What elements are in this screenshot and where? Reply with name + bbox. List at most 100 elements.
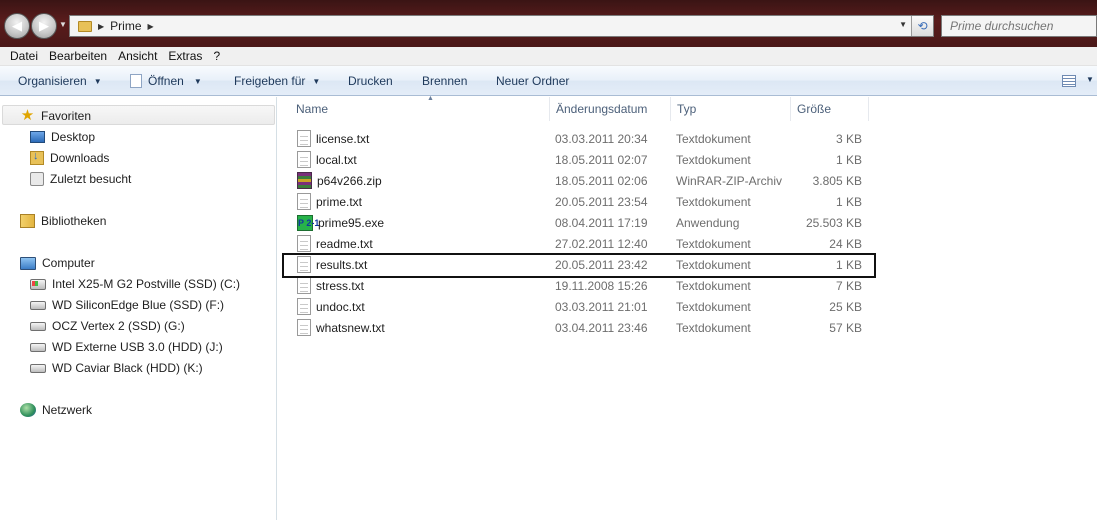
recent-places-icon [30, 172, 44, 186]
nav-recent[interactable]: Zuletzt besucht [30, 169, 131, 189]
file-date: 03.04.2011 23:46 [555, 320, 648, 335]
organize-button[interactable]: Organisieren ▼ [18, 66, 102, 96]
organize-label: Organisieren [18, 74, 87, 88]
file-row[interactable]: license.txt 03.03.2011 20:34 Textdokumen… [278, 128, 1097, 149]
share-button[interactable]: Freigeben für ▼ [234, 66, 320, 96]
file-name-cell: P 2-1 prime95.exe [297, 212, 384, 233]
file-name: whatsnew.txt [316, 320, 385, 335]
column-header-type[interactable]: Typ [671, 97, 791, 121]
nav-drive-c[interactable]: Intel X25-M G2 Postville (SSD) (C:) [30, 274, 240, 294]
refresh-icon[interactable]: ⟲ [911, 16, 933, 36]
file-type: Textdokument [676, 236, 751, 251]
sort-ascending-icon: ▲ [427, 95, 434, 102]
menu-file[interactable]: Datei [0, 49, 45, 63]
menu-help[interactable]: ? [209, 49, 227, 63]
arrow-left-icon: ◀ [12, 18, 22, 33]
burn-button[interactable]: Brennen [422, 66, 467, 96]
address-dropdown-icon[interactable]: ▼ [899, 20, 907, 29]
column-header-date[interactable]: Änderungsdatum [550, 97, 671, 121]
text-file-icon [297, 193, 311, 210]
breadcrumb-separator-icon[interactable]: ▶ [148, 22, 154, 31]
file-date: 27.02.2011 12:40 [555, 236, 648, 251]
breadcrumb-prime[interactable]: Prime [110, 19, 141, 33]
forward-button[interactable]: ▶ [31, 13, 57, 39]
text-file-icon [297, 277, 311, 294]
nav-drive-f[interactable]: WD SiliconEdge Blue (SSD) (F:) [30, 295, 224, 315]
share-label: Freigeben für [234, 74, 306, 88]
chevron-down-icon: ▼ [312, 76, 321, 86]
file-row[interactable]: P 2-1 prime95.exe 08.04.2011 17:19 Anwend… [278, 212, 1097, 233]
view-options-icon[interactable] [1062, 75, 1076, 87]
file-list: ▲ Name Änderungsdatum Typ Größe license.… [278, 95, 1097, 520]
open-button[interactable]: Öffnen ▼ [130, 66, 202, 96]
nav-favorites[interactable]: ★ Favoriten [20, 106, 91, 126]
file-row[interactable]: prime.txt 20.05.2011 23:54 Textdokument … [278, 191, 1097, 212]
nav-libraries[interactable]: Bibliotheken [20, 211, 106, 231]
file-type: Textdokument [676, 320, 751, 335]
address-bar[interactable]: ▶ Prime ▶ ▼ ⟲ [69, 15, 934, 37]
libraries-icon [20, 214, 35, 228]
nav-desktop[interactable]: Desktop [30, 127, 95, 147]
nav-drive-j[interactable]: WD Externe USB 3.0 (HDD) (J:) [30, 337, 223, 357]
file-row[interactable]: whatsnew.txt 03.04.2011 23:46 Textdokume… [278, 317, 1097, 338]
file-row[interactable]: readme.txt 27.02.2011 12:40 Textdokument… [278, 233, 1097, 254]
text-file-icon [297, 298, 311, 315]
nav-computer-label: Computer [42, 256, 95, 270]
menu-edit[interactable]: Bearbeiten [45, 49, 114, 63]
menu-tools[interactable]: Extras [164, 49, 209, 63]
file-name: stress.txt [316, 278, 365, 293]
breadcrumb-separator-icon[interactable]: ▶ [98, 22, 104, 31]
file-name: undoc.txt [316, 299, 365, 314]
navigation-pane: ★ Favoriten Desktop Downloads Zuletzt be… [0, 97, 277, 520]
hard-drive-icon [30, 363, 46, 373]
nav-drive-label: WD Caviar Black (HDD) (K:) [52, 361, 203, 375]
file-row[interactable]: undoc.txt 03.03.2011 21:01 Textdokument … [278, 296, 1097, 317]
column-date-label: Änderungsdatum [556, 102, 648, 116]
file-name: p64v266.zip [317, 173, 382, 188]
menu-bar: Datei Bearbeiten Ansicht Extras ? [0, 47, 1097, 66]
file-type: Textdokument [676, 299, 751, 314]
file-size: 1 KB [835, 194, 862, 209]
file-type: Textdokument [676, 152, 751, 167]
chevron-down-icon[interactable]: ▼ [1086, 75, 1094, 84]
file-type: Textdokument [676, 194, 751, 209]
new-folder-button[interactable]: Neuer Ordner [496, 66, 569, 96]
column-header-size[interactable]: Größe [791, 97, 869, 121]
nav-downloads[interactable]: Downloads [30, 148, 109, 168]
back-button[interactable]: ◀ [4, 13, 30, 39]
file-date: 18.05.2011 02:06 [555, 173, 648, 188]
nav-drive-label: OCZ Vertex 2 (SSD) (G:) [52, 319, 185, 333]
nav-libraries-label: Bibliotheken [41, 214, 107, 228]
address-bar-area: ◀ ▶ ▼ ▶ Prime ▶ ▼ ⟲ [0, 0, 1097, 47]
history-dropdown-icon[interactable]: ▼ [59, 20, 67, 29]
nav-drive-g[interactable]: OCZ Vertex 2 (SSD) (G:) [30, 316, 185, 336]
menu-view[interactable]: Ansicht [114, 49, 164, 63]
chevron-down-icon: ▼ [93, 76, 102, 86]
file-date: 03.03.2011 20:34 [555, 131, 648, 146]
file-name-cell: local.txt [297, 149, 357, 170]
nav-network[interactable]: Netzwerk [20, 400, 92, 420]
star-icon: ★ [20, 106, 35, 124]
file-date: 19.11.2008 15:26 [555, 278, 648, 293]
zip-archive-icon [297, 172, 312, 189]
new-folder-label: Neuer Ordner [496, 74, 570, 88]
file-row[interactable]: local.txt 18.05.2011 02:07 Textdokument … [278, 149, 1097, 170]
search-input[interactable] [942, 16, 1096, 36]
nav-drive-k[interactable]: WD Caviar Black (HDD) (K:) [30, 358, 203, 378]
column-size-label: Größe [797, 102, 832, 116]
system-drive-icon [30, 278, 46, 290]
file-name: prime.txt [316, 194, 363, 209]
application-icon: P 2-1 [297, 214, 319, 231]
nav-drive-label: Intel X25-M G2 Postville (SSD) (C:) [52, 277, 241, 291]
hard-drive-icon [30, 321, 46, 331]
file-size: 25.503 KB [805, 215, 862, 230]
search-box[interactable] [941, 15, 1097, 37]
nav-computer[interactable]: Computer [20, 253, 95, 273]
file-name-cell: license.txt [297, 128, 369, 149]
print-button[interactable]: Drucken [348, 66, 393, 96]
file-row[interactable]: p64v266.zip 18.05.2011 02:06 WinRAR-ZIP-… [278, 170, 1097, 191]
file-row[interactable]: stress.txt 19.11.2008 15:26 Textdokument… [278, 275, 1097, 296]
document-icon [130, 74, 142, 88]
file-size: 3 KB [835, 131, 862, 146]
column-header-name[interactable]: ▲ Name [290, 95, 550, 121]
